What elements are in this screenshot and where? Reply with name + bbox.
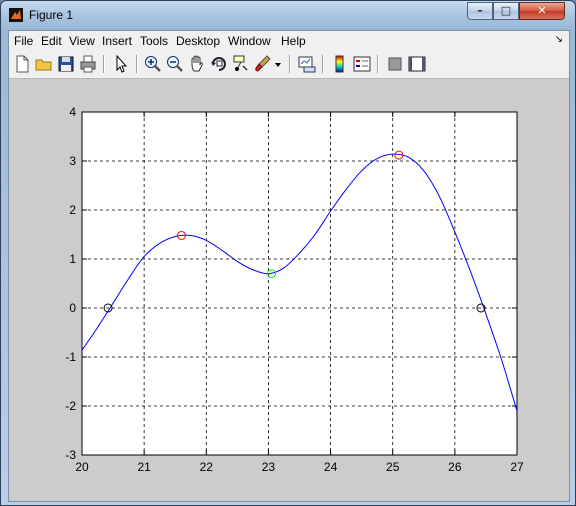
x-tick-label: 21 (137, 460, 151, 474)
window-client: File Edit View Insert Tools Desktop Wind… (8, 30, 570, 502)
menu-insert[interactable]: Insert (102, 34, 132, 48)
y-tick-label: -1 (65, 350, 76, 364)
toolbar-separator (103, 55, 105, 73)
minimize-icon: – (477, 4, 483, 17)
menu-bar: File Edit View Insert Tools Desktop Wind… (9, 31, 569, 51)
menu-edit[interactable]: Edit (41, 34, 62, 48)
x-tick-label: 25 (386, 460, 400, 474)
toolbar-separator (377, 55, 379, 73)
pan-hand-icon[interactable] (187, 54, 207, 74)
x-tick-label: 27 (510, 460, 524, 474)
menu-tools[interactable]: Tools (140, 34, 168, 48)
toolbar-separator (289, 55, 291, 73)
show-plot-tools-icon[interactable] (407, 54, 427, 74)
menu-file[interactable]: File (14, 34, 33, 48)
menu-window[interactable]: Window (228, 34, 271, 48)
x-tick-label: 26 (448, 460, 462, 474)
axes-background (82, 112, 517, 455)
close-icon: ✕ (537, 4, 547, 17)
y-tick-label: -2 (65, 399, 76, 413)
figure-canvas: 20 21 22 23 24 25 26 27 -3 -2 -1 0 1 2 3 4 (9, 79, 569, 501)
figure-window: Figure 1 – □ ✕ File Edit View Insert Too… (0, 0, 576, 506)
menu-desktop[interactable]: Desktop (176, 34, 220, 48)
title-bar[interactable]: Figure 1 – □ ✕ (1, 1, 575, 30)
zoom-in-icon[interactable] (143, 54, 163, 74)
menu-view[interactable]: View (69, 34, 95, 48)
close-button[interactable]: ✕ (519, 2, 565, 20)
y-tick-label: 3 (69, 154, 76, 168)
edit-plot-arrow-icon[interactable] (111, 54, 131, 74)
insert-colorbar-icon[interactable] (330, 54, 350, 74)
print-icon[interactable] (78, 54, 98, 74)
x-tick-label: 20 (75, 460, 89, 474)
data-cursor-icon[interactable] (231, 54, 251, 74)
x-tick-label: 24 (324, 460, 338, 474)
dock-arrow-icon[interactable]: ↘ (555, 34, 563, 45)
open-file-icon[interactable] (34, 54, 54, 74)
maximize-icon: □ (500, 4, 512, 17)
new-figure-icon[interactable] (12, 54, 32, 74)
x-tick-label: 23 (262, 460, 276, 474)
brush-dropdown-icon[interactable] (273, 54, 283, 74)
link-plot-icon[interactable] (297, 54, 317, 74)
rotate-3d-icon[interactable] (209, 54, 229, 74)
x-tick-label: 22 (200, 460, 214, 474)
save-icon[interactable] (56, 54, 76, 74)
menu-help[interactable]: Help (281, 34, 306, 48)
y-tick-label: 4 (69, 105, 76, 119)
y-tick-label: -3 (65, 448, 76, 462)
matlab-logo-icon (9, 8, 23, 22)
y-tick-label: 2 (69, 203, 76, 217)
maximize-button[interactable]: □ (493, 2, 519, 20)
zoom-out-icon[interactable] (165, 54, 185, 74)
figure-toolbar (9, 51, 569, 79)
brush-icon[interactable] (253, 54, 273, 74)
insert-legend-icon[interactable] (352, 54, 372, 74)
hide-plot-tools-icon[interactable] (385, 54, 405, 74)
y-tick-label: 1 (69, 252, 76, 266)
y-tick-label: 0 (69, 301, 76, 315)
window-title: Figure 1 (29, 8, 74, 22)
toolbar-separator (322, 55, 324, 73)
toolbar-separator (136, 55, 138, 73)
line-plot[interactable]: 20 21 22 23 24 25 26 27-3-2-101234 (9, 79, 569, 501)
minimize-button[interactable]: – (467, 2, 493, 20)
